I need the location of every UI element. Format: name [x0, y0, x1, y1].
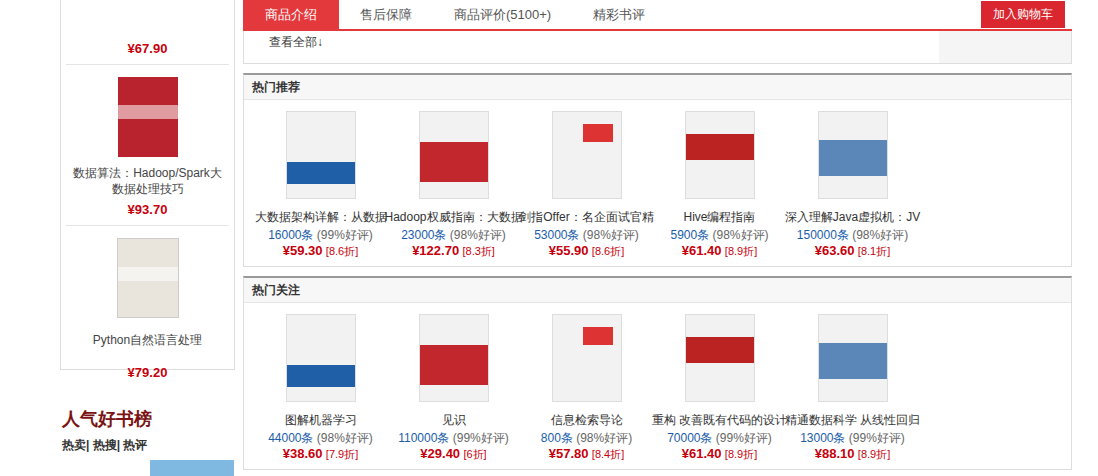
book-cover[interactable]: [150, 460, 234, 476]
book-card[interactable]: 重构 改善既有代码的设计 70000条 (99%好评) ¥61.40 [8.9折…: [653, 314, 786, 462]
view-all-link[interactable]: 查看全部↓: [244, 31, 939, 63]
book-price: ¥61.40 [8.9折]: [682, 446, 758, 462]
add-to-cart-button[interactable]: 加入购物车: [981, 1, 1065, 28]
review-count: 23000条 (98%好评): [401, 228, 506, 243]
book-price: ¥122.70 [8.3折]: [412, 243, 495, 259]
rank-tab[interactable]: 热评: [123, 438, 147, 452]
book-cover[interactable]: [818, 111, 888, 199]
rank-title: 人气好书榜: [62, 407, 235, 431]
book-title[interactable]: 见识: [442, 412, 466, 428]
section-header: 热门推荐: [244, 75, 1071, 100]
sidebar-item[interactable]: ¥67.90: [66, 0, 229, 65]
book-price: ¥63.60 [8.1折]: [815, 243, 891, 259]
book-price: ¥61.40 [8.9折]: [682, 243, 758, 259]
review-count: 16000条 (99%好评): [268, 228, 373, 243]
book-cover[interactable]: [419, 111, 489, 199]
book-cover[interactable]: [286, 111, 356, 199]
rank-tabs: 热卖| 热搜| 热评: [62, 437, 235, 454]
tab[interactable]: 商品评价(5100+): [433, 0, 572, 29]
book-title[interactable]: 数据算法：Hadoop/Spark大数据处理技巧: [66, 165, 229, 197]
book-title[interactable]: Python自然语言处理: [89, 332, 206, 348]
book-card[interactable]: 深入理解Java虚拟机：JV 150000条 (98%好评) ¥63.60 [8…: [786, 111, 919, 259]
book-title[interactable]: Hadoop权威指南：大数据: [384, 209, 522, 225]
book-list: 图解机器学习 44000条 (98%好评) ¥38.60 [7.9折] 见识 1…: [244, 303, 1071, 469]
book-price: ¥79.20: [128, 365, 168, 380]
book-cover[interactable]: [286, 314, 356, 402]
book-card[interactable]: 见识 110000条 (99%好评) ¥29.40 [6折]: [387, 314, 520, 462]
side-panel: [939, 31, 1071, 63]
tab[interactable]: 精彩书评: [572, 0, 666, 29]
book-title[interactable]: 图解机器学习: [285, 412, 357, 428]
rank-tab[interactable]: 热搜: [93, 438, 117, 452]
review-count: 70000条 (99%好评): [667, 431, 772, 446]
tab[interactable]: 售后保障: [339, 0, 433, 29]
product-page: ¥67.90 数据算法：Hadoop/Spark大数据处理技巧 ¥93.70 P…: [0, 0, 1098, 476]
related-books: ¥67.90 数据算法：Hadoop/Spark大数据处理技巧 ¥93.70 P…: [60, 0, 235, 370]
book-card[interactable]: 大数据架构详解：从数据 16000条 (99%好评) ¥59.30 [8.6折]: [254, 111, 387, 259]
book-card[interactable]: 剑指Offer：名企面试官精 53000条 (98%好评) ¥55.90 [8.…: [520, 111, 653, 259]
sidebar-item[interactable]: Python自然语言处理 ¥79.20: [66, 226, 229, 388]
book-cover[interactable]: [552, 314, 622, 402]
separator: |: [117, 438, 120, 452]
book-title[interactable]: 信息检索导论: [551, 412, 623, 428]
review-count: 150000条 (98%好评): [797, 228, 908, 243]
book-price: ¥93.70: [128, 202, 168, 217]
book-cover[interactable]: [552, 111, 622, 199]
review-count: 44000条 (98%好评): [268, 431, 373, 446]
review-count: 5900条 (98%好评): [670, 228, 768, 243]
book-list: 大数据架构详解：从数据 16000条 (99%好评) ¥59.30 [8.6折]…: [244, 100, 1071, 266]
book-section: 热门推荐 大数据架构详解：从数据 16000条 (99%好评) ¥59.30 […: [243, 73, 1072, 267]
sidebar-item[interactable]: 数据算法：Hadoop/Spark大数据处理技巧 ¥93.70: [66, 65, 229, 226]
separator: |: [86, 438, 89, 452]
tab-bar: 商品介绍售后保障商品评价(5100+)精彩书评 加入购物车: [243, 0, 1072, 31]
book-title[interactable]: 精通数据科学 从线性回归: [785, 412, 920, 428]
book-title[interactable]: 深入理解Java虚拟机：JV: [785, 209, 920, 225]
book-cover[interactable]: [419, 314, 489, 402]
book-cover[interactable]: [118, 77, 178, 157]
section-header: 热门关注: [244, 278, 1071, 303]
book-card[interactable]: Hive编程指南 5900条 (98%好评) ¥61.40 [8.9折]: [653, 111, 786, 259]
book-price: ¥59.30 [8.6折]: [283, 243, 359, 259]
book-price: ¥57.80 [8.4折]: [549, 446, 625, 462]
book-cover[interactable]: [818, 314, 888, 402]
tab[interactable]: 商品介绍: [243, 0, 339, 29]
book-card[interactable]: 信息检索导论 800条 (98%好评) ¥57.80 [8.4折]: [520, 314, 653, 462]
book-card[interactable]: Hadoop权威指南：大数据 23000条 (98%好评) ¥122.70 [8…: [387, 111, 520, 259]
review-count: 53000条 (98%好评): [534, 228, 639, 243]
book-card[interactable]: 图解机器学习 44000条 (98%好评) ¥38.60 [7.9折]: [254, 314, 387, 462]
book-price: ¥29.40 [6折]: [420, 446, 486, 462]
book-title[interactable]: 重构 改善既有代码的设计: [652, 412, 787, 428]
book-title[interactable]: Hive编程指南: [683, 209, 755, 225]
left-column: ¥67.90 数据算法：Hadoop/Spark大数据处理技巧 ¥93.70 P…: [60, 0, 235, 476]
intro-box: 查看全部↓: [243, 31, 1072, 64]
rank-tab[interactable]: 热卖: [62, 438, 86, 452]
book-cover[interactable]: [117, 238, 179, 318]
book-price: ¥88.10 [8.9折]: [815, 446, 891, 462]
main-column: 商品介绍售后保障商品评价(5100+)精彩书评 加入购物车 查看全部↓ 热门推荐…: [243, 0, 1072, 476]
book-title[interactable]: 大数据架构详解：从数据: [255, 209, 387, 225]
book-card[interactable]: 精通数据科学 从线性回归 13000条 (99%好评) ¥88.10 [8.9折…: [786, 314, 919, 462]
review-count: 800条 (98%好评): [541, 431, 632, 446]
rank-panel: 人气好书榜 热卖| 热搜| 热评: [60, 407, 235, 476]
book-section: 热门关注 图解机器学习 44000条 (98%好评) ¥38.60 [7.9折]…: [243, 276, 1072, 470]
book-cover[interactable]: [685, 314, 755, 402]
book-title[interactable]: 剑指Offer：名企面试官精: [519, 209, 653, 225]
book-price: ¥55.90 [8.6折]: [549, 243, 625, 259]
book-price: ¥38.60 [7.9折]: [283, 446, 359, 462]
book-cover[interactable]: [685, 111, 755, 199]
review-count: 110000条 (99%好评): [398, 431, 509, 446]
book-price: ¥67.90: [128, 41, 168, 56]
review-count: 13000条 (99%好评): [800, 431, 905, 446]
